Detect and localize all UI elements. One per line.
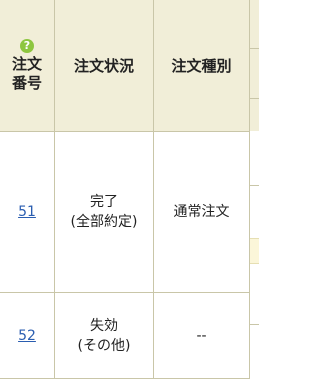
cutoff-highlight-cell bbox=[250, 238, 259, 264]
order-status-detail: (その他) bbox=[77, 337, 131, 354]
cutoff-divider bbox=[250, 324, 259, 325]
order-number-link[interactable]: 51 bbox=[18, 202, 36, 222]
header-order-type: 注文種別 bbox=[154, 0, 250, 131]
table-row-type-cell: -- bbox=[154, 293, 249, 378]
header-order-status: 注文状況 bbox=[55, 0, 154, 131]
table-row-number-cell: 51 bbox=[0, 132, 54, 292]
cutoff-divider bbox=[250, 98, 259, 99]
order-type-text: -- bbox=[196, 327, 207, 344]
header-order-type-label: 注文種別 bbox=[171, 57, 232, 75]
order-table: ? 注文 番号 注文状況 注文種別 51 完了 (全部約定) 通常注文 52 失… bbox=[0, 0, 259, 387]
order-number-link[interactable]: 52 bbox=[18, 326, 36, 346]
header-order-status-label: 注文状況 bbox=[73, 57, 134, 75]
help-icon[interactable]: ? bbox=[20, 38, 34, 53]
order-status-text: 失効 bbox=[90, 317, 118, 334]
order-status-text: 完了 bbox=[90, 194, 118, 210]
order-status-detail: (全部約定) bbox=[70, 214, 138, 230]
table-row-type-cell: 通常注文 bbox=[154, 132, 249, 292]
header-order-number-line2: 番号 bbox=[11, 73, 42, 92]
header-order-number: ? 注文 番号 bbox=[0, 0, 55, 131]
table-row-status-cell: 完了 (全部約定) bbox=[55, 172, 153, 252]
header-cutoff-column bbox=[250, 0, 259, 131]
cutoff-divider bbox=[250, 48, 259, 49]
cutoff-divider bbox=[250, 185, 259, 186]
order-type-text: 通常注文 bbox=[173, 204, 230, 220]
table-row-number-cell: 52 bbox=[0, 293, 54, 378]
row-divider bbox=[0, 378, 250, 379]
table-row-status-cell: 失効 (その他) bbox=[55, 293, 153, 378]
header-order-number-line1: 注文 bbox=[11, 54, 42, 73]
